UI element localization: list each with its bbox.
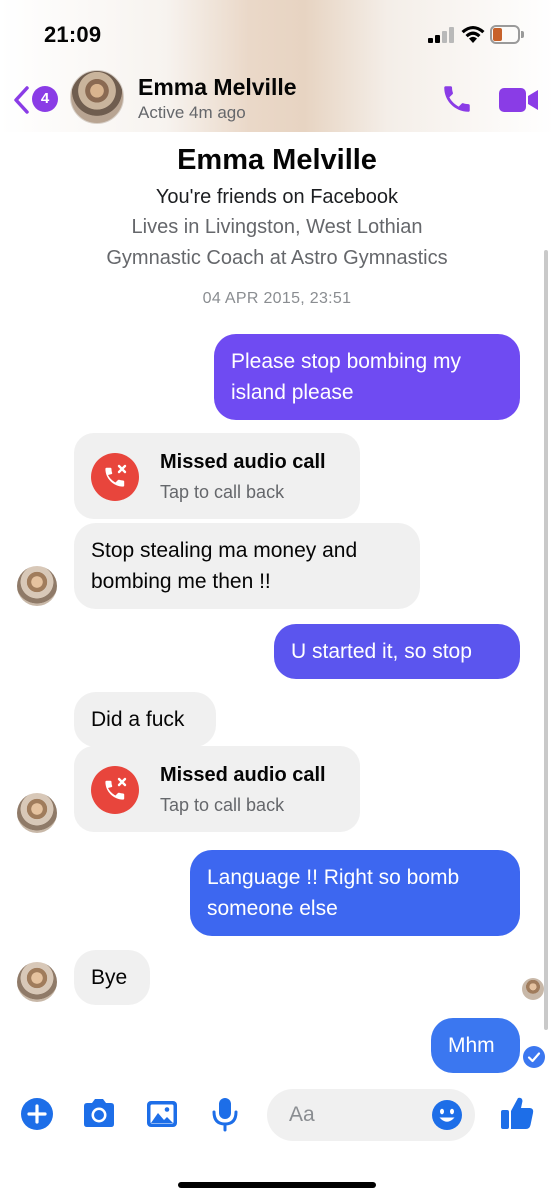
scrollbar[interactable] [544, 250, 548, 1030]
cellular-signal-icon [428, 27, 456, 43]
back-button[interactable]: 4 [10, 80, 60, 114]
emoji-button[interactable] [431, 1099, 463, 1131]
call-back-link[interactable]: Tap to call back [160, 795, 284, 816]
contact-avatar-small[interactable] [17, 566, 57, 606]
contact-avatar[interactable] [70, 70, 124, 124]
message-input[interactable] [289, 1089, 429, 1141]
intro-friendship: You're friends on Facebook [155, 186, 399, 208]
message-composer [0, 1082, 554, 1148]
camera-button[interactable] [80, 1096, 116, 1132]
photo-icon [147, 1101, 177, 1127]
contact-avatar-small[interactable] [17, 962, 57, 1002]
missed-call-icon [91, 453, 139, 501]
outgoing-message[interactable]: Mhm [431, 1018, 520, 1073]
thumbs-up-icon [501, 1097, 534, 1129]
more-actions-button[interactable] [19, 1096, 55, 1132]
camera-icon [84, 1099, 114, 1127]
message-input-wrapper [267, 1089, 475, 1141]
emoji-icon [432, 1100, 462, 1130]
contact-name[interactable]: Emma Melville [138, 74, 297, 101]
call-title: Missed audio call [160, 764, 326, 786]
audio-call-button[interactable] [440, 82, 474, 116]
incoming-message[interactable]: Bye [74, 950, 150, 1005]
battery-icon [490, 25, 524, 44]
wifi-icon [461, 26, 485, 43]
status-time: 21:09 [44, 22, 102, 47]
thumbs-up-button[interactable] [498, 1094, 536, 1132]
incoming-message[interactable]: Did a fuck [74, 692, 216, 747]
contact-active-status: Active 4m ago [138, 103, 246, 122]
intro-location: Lives in Livingston, West Lothian [131, 216, 423, 238]
home-indicator [178, 1182, 376, 1188]
back-chevron-icon [14, 86, 29, 114]
conversation-timestamp: 04 APR 2015, 23:51 [202, 290, 352, 307]
plus-icon [21, 1098, 53, 1130]
missed-call-icon [91, 766, 139, 814]
conversation-header: 4 Emma Melville Active 4m ago [0, 62, 554, 132]
outgoing-message[interactable]: U started it, so stop [274, 624, 520, 679]
status-bar: 21:09 [0, 0, 554, 62]
contact-avatar-small[interactable] [17, 793, 57, 833]
unread-count-badge: 4 [32, 86, 58, 112]
intro-work: Gymnastic Coach at Astro Gymnastics [106, 247, 448, 269]
video-camera-icon [499, 88, 538, 112]
missed-call-card[interactable]: Missed audio call Tap to call back [74, 433, 360, 519]
seen-receipt-avatar [522, 978, 544, 1000]
call-back-link[interactable]: Tap to call back [160, 482, 284, 503]
microphone-icon [212, 1098, 238, 1132]
missed-call-card[interactable]: Missed audio call Tap to call back [74, 746, 360, 832]
delivered-check-icon [523, 1046, 545, 1068]
outgoing-message[interactable]: Language !! Right so bomb someone else [190, 850, 520, 936]
incoming-message[interactable]: Stop stealing ma money and bombing me th… [74, 523, 420, 609]
profile-intro: Emma Melville You're friends on Facebook… [0, 140, 554, 274]
video-call-button[interactable] [498, 86, 540, 114]
voice-message-button[interactable] [207, 1096, 243, 1132]
gallery-button[interactable] [144, 1096, 180, 1132]
outgoing-message[interactable]: Please stop bombing my island please [214, 334, 520, 420]
phone-icon [444, 86, 470, 112]
call-title: Missed audio call [160, 451, 326, 473]
intro-name: Emma Melville [177, 144, 377, 176]
